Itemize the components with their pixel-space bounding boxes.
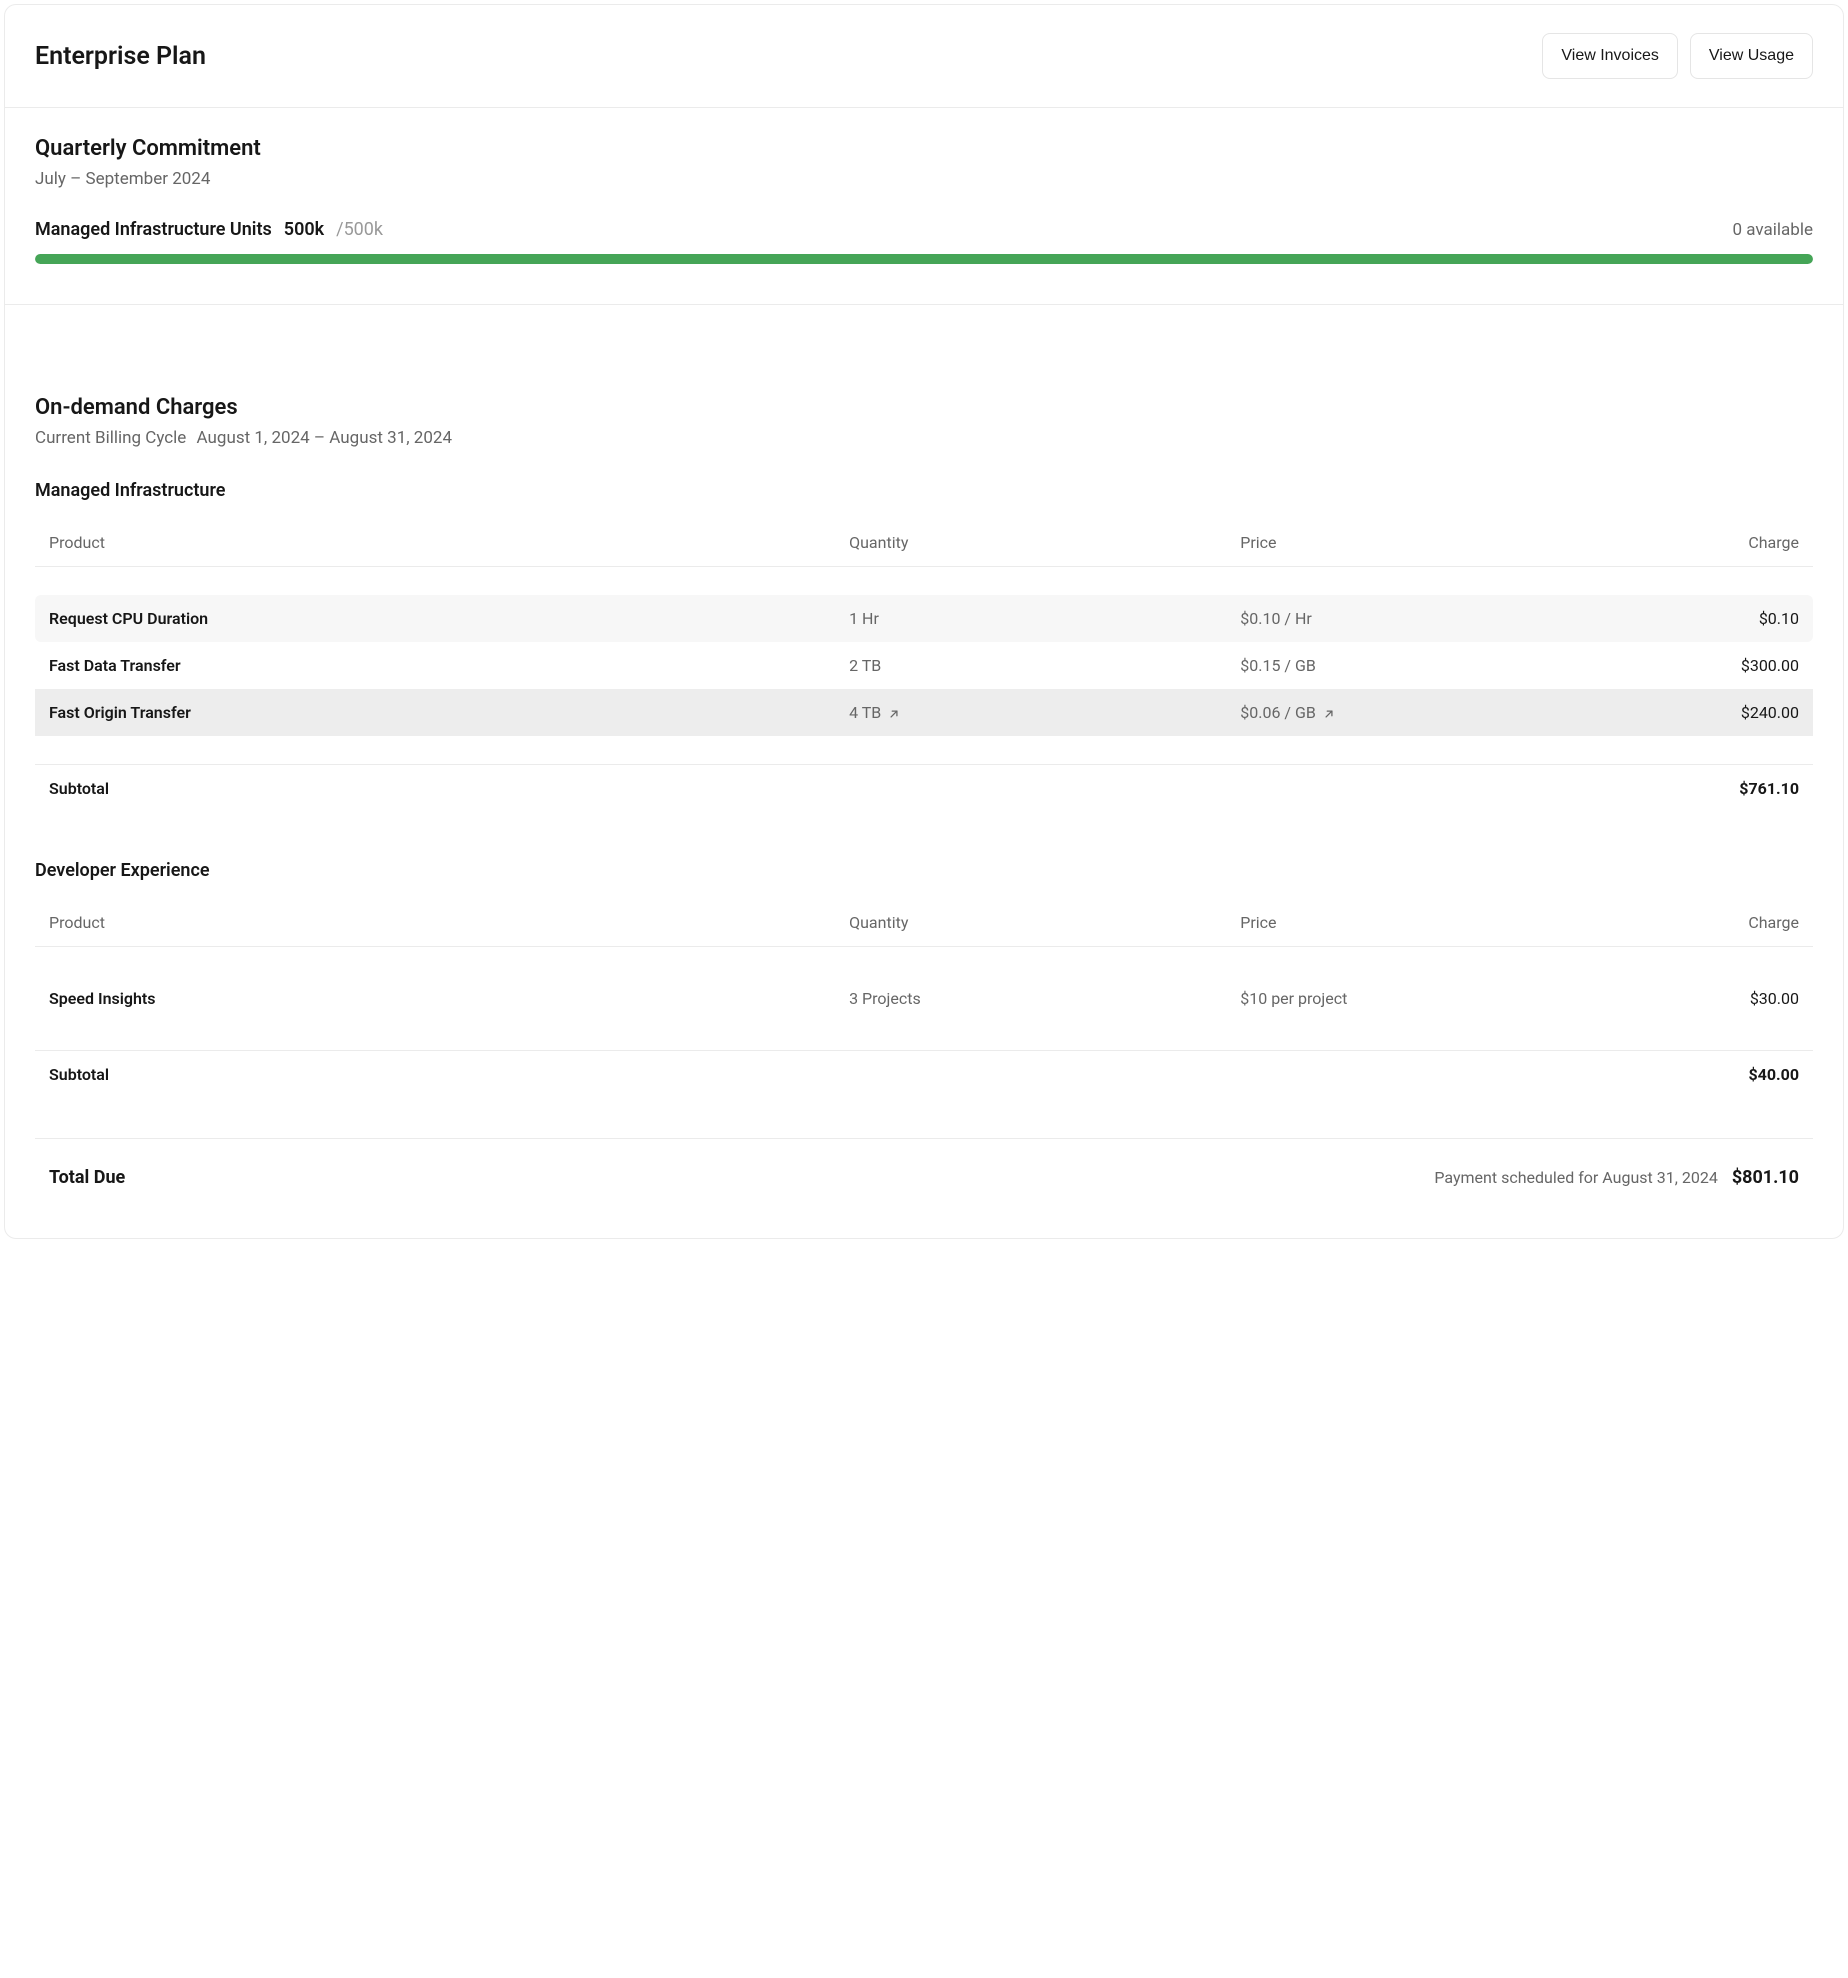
commitment-title: Quarterly Commitment <box>35 136 1813 161</box>
billing-card: Enterprise Plan View Invoices View Usage… <box>4 4 1844 1239</box>
column-header-charge: Charge <box>1600 901 1813 947</box>
subtotal-row: Subtotal $761.10 <box>35 765 1813 813</box>
cell-product: Fast Origin Transfer <box>35 689 835 736</box>
cell-price: $0.10 / Hr <box>1226 595 1599 642</box>
progress-fill <box>35 254 1813 264</box>
billing-cycle-label: Current Billing Cycle <box>35 428 186 448</box>
subtotal-value: $40.00 <box>1600 1051 1813 1099</box>
total-due-label: Total Due <box>49 1167 125 1188</box>
table-row: Request CPU Duration1 Hr$0.10 / Hr$0.10 <box>35 595 1813 642</box>
column-header-product: Product <box>35 901 835 947</box>
usage-total: /500k <box>336 219 383 240</box>
column-header-quantity: Quantity <box>835 521 1226 567</box>
cell-price: $0.15 / GB <box>1226 642 1599 689</box>
column-header-quantity: Quantity <box>835 901 1226 947</box>
billing-cycle: Current Billing Cycle August 1, 2024 – A… <box>35 428 1813 448</box>
cell-charge: $0.10 <box>1600 595 1813 642</box>
cell-charge: $240.00 <box>1600 689 1813 736</box>
cell-product: Request CPU Duration <box>35 595 835 642</box>
billing-cycle-period: August 1, 2024 – August 31, 2024 <box>197 428 453 448</box>
external-link-icon <box>1322 707 1336 721</box>
cell-quantity: 1 Hr <box>835 595 1226 642</box>
commitment-section: Quarterly Commitment July – September 20… <box>5 108 1843 305</box>
table-row: Fast Origin Transfer4 TB$0.06 / GB$240.0… <box>35 689 1813 736</box>
table-row: Fast Data Transfer2 TB$0.15 / GB$300.00 <box>35 642 1813 689</box>
view-invoices-button[interactable]: View Invoices <box>1542 33 1678 79</box>
table-row: Speed Insights3 Projects$10 per project$… <box>35 975 1813 1022</box>
subtotal-value: $761.10 <box>1600 765 1813 813</box>
column-header-charge: Charge <box>1600 521 1813 567</box>
cell-product: Speed Insights <box>35 975 835 1022</box>
total-right: Payment scheduled for August 31, 2024 $8… <box>1434 1167 1799 1188</box>
charges-group-title: Developer Experience <box>35 860 1813 881</box>
cell-product: Fast Data Transfer <box>35 642 835 689</box>
usage-row: Managed Infrastructure Units 500k /500k … <box>35 219 1813 240</box>
cell-price[interactable]: $0.06 / GB <box>1226 689 1599 736</box>
cell-quantity: 2 TB <box>835 642 1226 689</box>
plan-title: Enterprise Plan <box>35 42 206 71</box>
charges-table: ProductQuantityPriceCharge Speed Insights… <box>35 901 1813 1098</box>
cell-charge: $30.00 <box>1600 975 1813 1022</box>
commitment-period: July – September 2024 <box>35 169 1813 189</box>
cell-quantity: 3 Projects <box>835 975 1226 1022</box>
total-row: Total Due Payment scheduled for August 3… <box>35 1138 1813 1188</box>
external-link-icon <box>887 707 901 721</box>
usage-value: 500k <box>284 219 324 240</box>
column-header-product: Product <box>35 521 835 567</box>
usage-label-group: Managed Infrastructure Units 500k /500k <box>35 219 383 240</box>
charges-group-title: Managed Infrastructure <box>35 480 1813 501</box>
cell-price: $10 per project <box>1226 975 1599 1022</box>
charges-table: ProductQuantityPriceCharge Request CPU Du… <box>35 521 1813 812</box>
cell-charge: $300.00 <box>1600 642 1813 689</box>
view-usage-button[interactable]: View Usage <box>1690 33 1813 79</box>
charges-title: On-demand Charges <box>35 395 1813 420</box>
total-note: Payment scheduled for August 31, 2024 <box>1434 1168 1717 1187</box>
usage-available: 0 available <box>1733 220 1813 240</box>
column-header-price: Price <box>1226 901 1599 947</box>
card-header: Enterprise Plan View Invoices View Usage <box>5 5 1843 108</box>
progress-bar <box>35 254 1813 264</box>
usage-label: Managed Infrastructure Units <box>35 219 272 240</box>
subtotal-label: Subtotal <box>35 1051 835 1099</box>
header-buttons: View Invoices View Usage <box>1542 33 1813 79</box>
column-header-price: Price <box>1226 521 1599 567</box>
subtotal-label: Subtotal <box>35 765 835 813</box>
total-due-value: $801.10 <box>1732 1167 1799 1188</box>
subtotal-row: Subtotal $40.00 <box>35 1051 1813 1099</box>
cell-quantity[interactable]: 4 TB <box>835 689 1226 736</box>
charges-section: On-demand Charges Current Billing Cycle … <box>5 305 1843 1238</box>
